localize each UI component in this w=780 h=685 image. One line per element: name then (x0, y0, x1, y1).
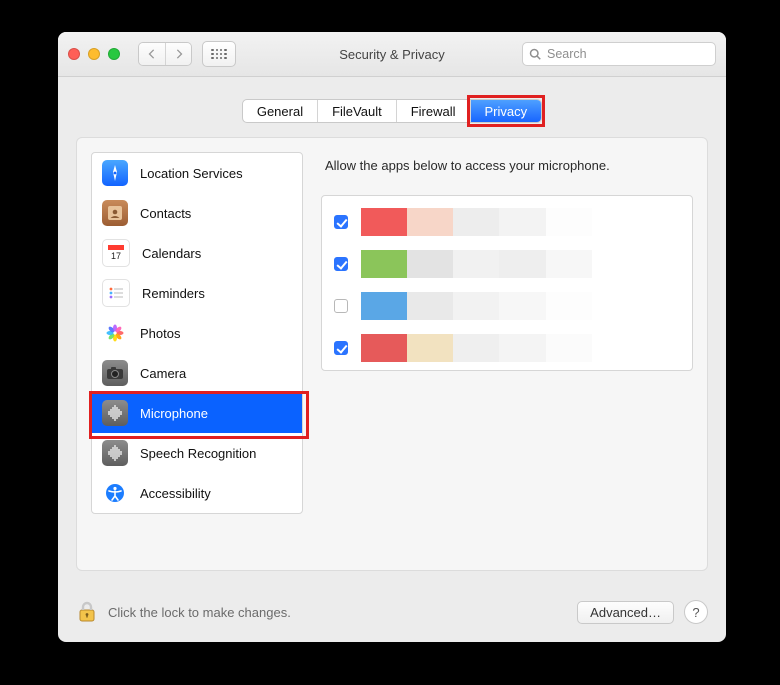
sidebar-item-label: Accessibility (140, 486, 211, 501)
search-icon (529, 48, 541, 60)
category-sidebar: Location Services Contacts 17 Calendars Remi… (91, 152, 303, 514)
window-controls (68, 48, 120, 60)
compass-icon (102, 160, 128, 186)
app-entry-obscured (361, 292, 684, 320)
accessibility-icon (102, 480, 128, 506)
app-access-checkbox[interactable] (334, 299, 348, 313)
app-row (330, 206, 684, 238)
sidebar-item-accessibility[interactable]: Accessibility (92, 473, 302, 513)
sidebar-item-photos[interactable]: Photos (92, 313, 302, 353)
app-access-checkbox[interactable] (334, 257, 348, 271)
sidebar-item-contacts[interactable]: Contacts (92, 193, 302, 233)
sidebar-item-speech[interactable]: Speech Recognition (92, 433, 302, 473)
chevron-right-icon (174, 49, 184, 59)
tab-filevault[interactable]: FileVault (318, 100, 397, 122)
sidebar-item-microphone[interactable]: Microphone (92, 393, 302, 433)
microphone-wave-icon (102, 440, 128, 466)
address-book-icon (102, 200, 128, 226)
app-list (321, 195, 693, 371)
window-footer: Click the lock to make changes. Advanced… (58, 588, 726, 642)
sidebar-item-label: Calendars (142, 246, 201, 261)
close-icon[interactable] (68, 48, 80, 60)
tab-privacy[interactable]: Privacy (471, 100, 542, 122)
pane-description: Allow the apps below to access your micr… (325, 158, 689, 173)
sidebar-item-label: Contacts (140, 206, 191, 221)
calendar-icon: 17 (102, 239, 130, 267)
sidebar-item-label: Location Services (140, 166, 243, 181)
tab-firewall[interactable]: Firewall (397, 100, 471, 122)
minimize-icon[interactable] (88, 48, 100, 60)
photos-flower-icon (102, 320, 128, 346)
app-entry-obscured (361, 334, 684, 362)
app-access-checkbox[interactable] (334, 215, 348, 229)
forward-button[interactable] (165, 43, 191, 65)
tab-general[interactable]: General (243, 100, 318, 122)
sidebar-item-label: Photos (140, 326, 180, 341)
show-all-button[interactable] (202, 41, 236, 67)
sidebar-item-calendars[interactable]: 17 Calendars (92, 233, 302, 273)
app-entry-obscured (361, 208, 684, 236)
content-area: GeneralFileVaultFirewallPrivacy Location… (58, 77, 726, 585)
advanced-button[interactable]: Advanced… (577, 601, 674, 624)
sidebar-item-camera[interactable]: Camera (92, 353, 302, 393)
sidebar-item-label: Microphone (140, 406, 208, 421)
app-row (330, 332, 684, 364)
camera-icon (102, 360, 128, 386)
back-button[interactable] (139, 43, 165, 65)
lock-icon[interactable] (76, 600, 98, 624)
lock-hint: Click the lock to make changes. (108, 605, 291, 620)
nav-buttons (138, 42, 192, 66)
app-access-checkbox[interactable] (334, 341, 348, 355)
search-placeholder: Search (547, 47, 587, 61)
sidebar-item-label: Camera (140, 366, 186, 381)
privacy-panel: Location Services Contacts 17 Calendars Remi… (76, 137, 708, 571)
chevron-left-icon (147, 49, 157, 59)
app-entry-obscured (361, 250, 684, 278)
sidebar-item-label: Speech Recognition (140, 446, 256, 461)
search-input[interactable]: Search (522, 42, 716, 66)
titlebar: Security & Privacy Search (58, 32, 726, 77)
sidebar-item-reminders[interactable]: Reminders (92, 273, 302, 313)
tab-row: GeneralFileVaultFirewallPrivacy (76, 99, 708, 123)
microphone-wave-icon (102, 400, 128, 426)
preferences-window: Security & Privacy Search GeneralFileVau… (58, 32, 726, 642)
reminders-icon (102, 279, 130, 307)
sidebar-item-location-services[interactable]: Location Services (92, 153, 302, 193)
right-pane: Allow the apps below to access your micr… (321, 152, 693, 371)
zoom-icon[interactable] (108, 48, 120, 60)
svg-text:17: 17 (111, 251, 121, 261)
app-row (330, 290, 684, 322)
help-button[interactable]: ? (684, 600, 708, 624)
app-row (330, 248, 684, 280)
grid-icon (211, 49, 226, 60)
sidebar-item-label: Reminders (142, 286, 205, 301)
